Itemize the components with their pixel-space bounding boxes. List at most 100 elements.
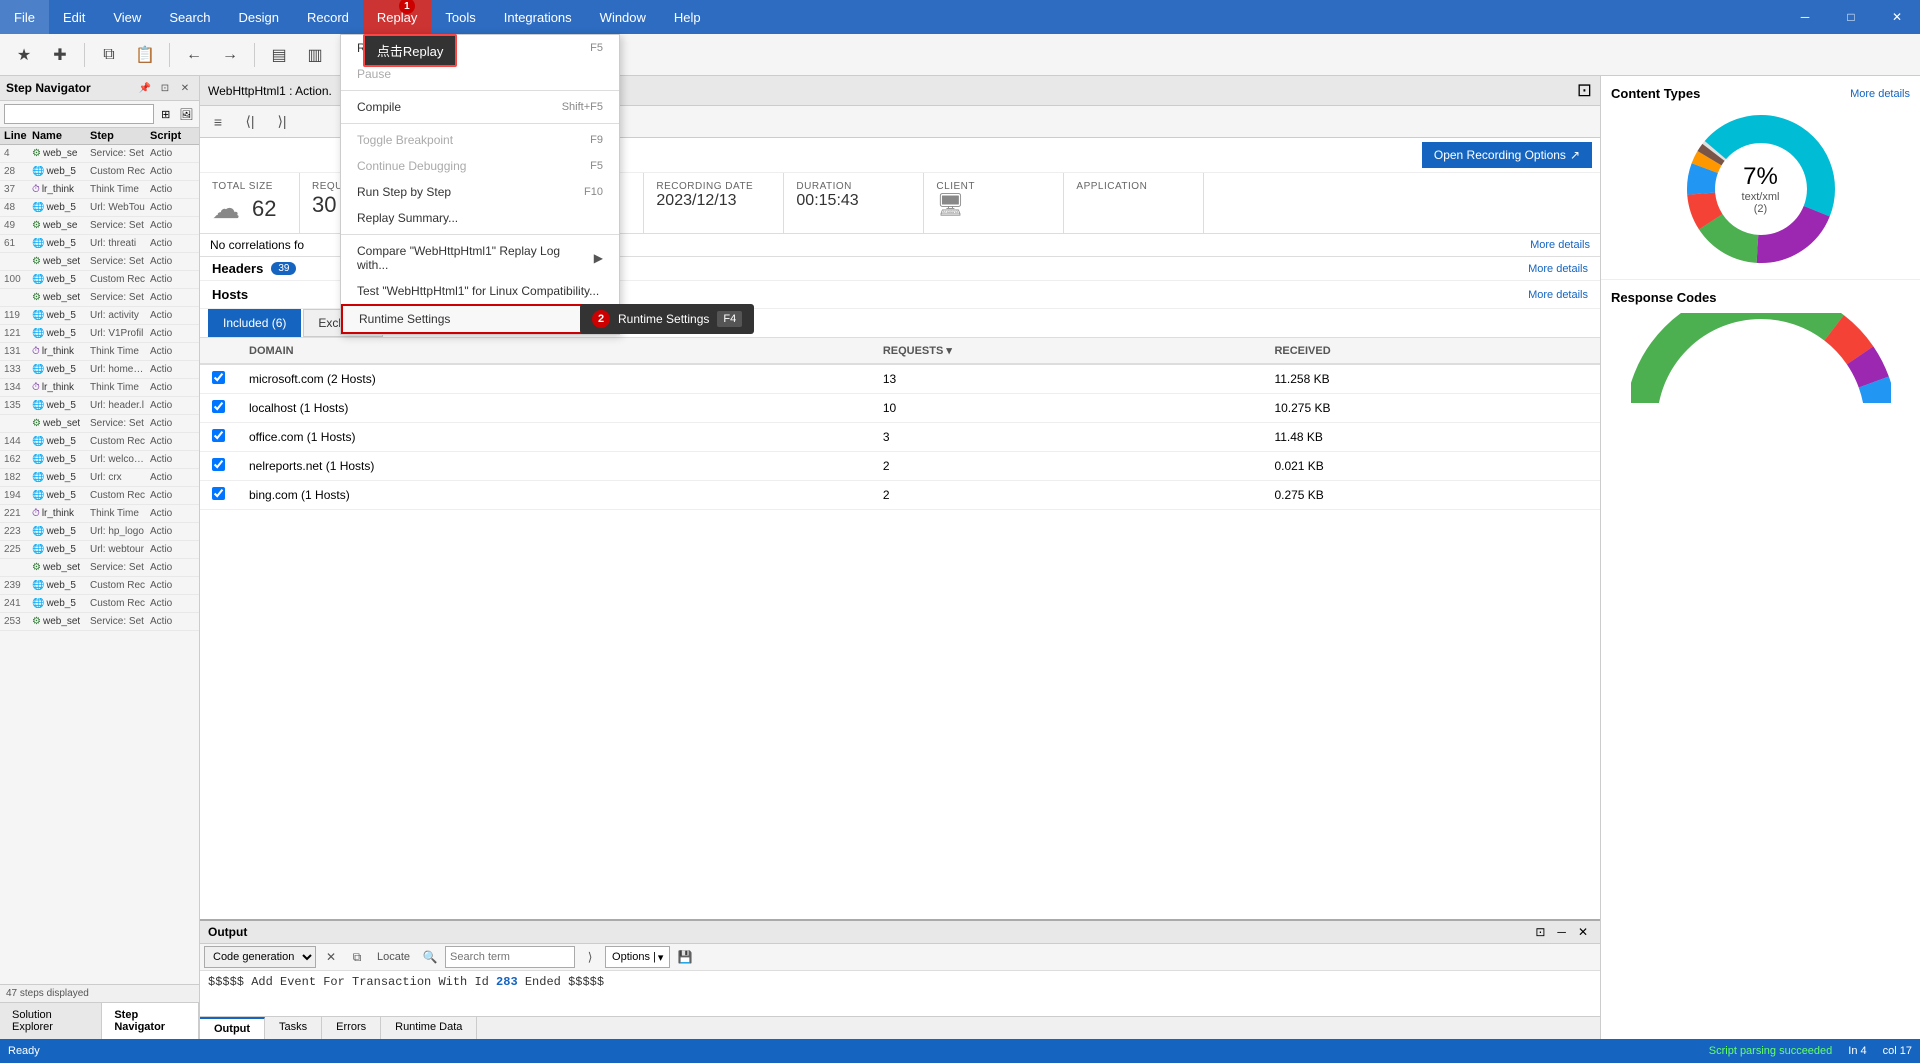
row-checkbox[interactable] xyxy=(212,429,225,442)
list-item[interactable]: ⚙ web_set Service: Set Actio xyxy=(0,289,199,307)
menu-item-run-step[interactable]: Run Step by Step F10 xyxy=(341,179,619,205)
row-checkbox[interactable] xyxy=(212,400,225,413)
table-row[interactable]: localhost (1 Hosts) 10 10.275 KB xyxy=(200,394,1600,423)
panel-undock[interactable]: ⊡ xyxy=(157,80,173,96)
list-item[interactable]: 49 ⚙ web_se Service: Set Actio xyxy=(0,217,199,235)
hosts-more-details[interactable]: More details xyxy=(1528,289,1588,301)
menu-record[interactable]: Record xyxy=(293,0,363,34)
menu-file[interactable]: File xyxy=(0,0,49,34)
navigator-image-icon[interactable]: 🖼 xyxy=(178,104,196,124)
script-nav1[interactable]: ⟨| xyxy=(236,110,264,134)
list-item[interactable]: 100 🌐 web_5 Custom Rec Actio xyxy=(0,271,199,289)
list-item[interactable]: 119 🌐 web_5 Url: activity Actio xyxy=(0,307,199,325)
toolbar-back[interactable]: ← xyxy=(178,39,210,71)
menu-design[interactable]: Design xyxy=(225,0,293,34)
menu-item-compare[interactable]: Compare "WebHttpHtml1" Replay Log with..… xyxy=(341,238,619,278)
output-undock[interactable]: ⊡ xyxy=(1531,923,1549,941)
content-types-header: Content Types More details xyxy=(1611,86,1910,101)
menu-item-test-linux[interactable]: Test "WebHttpHtml1" for Linux Compatibil… xyxy=(341,278,619,304)
list-item[interactable]: 48 🌐 web_5 Url: WebTou Actio xyxy=(0,199,199,217)
list-item[interactable]: 162 🌐 web_5 Url: welcome Actio xyxy=(0,451,199,469)
tab-solution-explorer[interactable]: Solution Explorer xyxy=(0,1003,102,1039)
toolbar-copy[interactable]: ⧉ xyxy=(93,39,125,71)
toolbar-add[interactable]: ✚ xyxy=(44,39,76,71)
list-item[interactable]: 121 🌐 web_5 Url: V1Profil Actio xyxy=(0,325,199,343)
toolbar-paste[interactable]: 📋 xyxy=(129,39,161,71)
output-locate[interactable]: Locate xyxy=(372,946,415,968)
output-search-icon[interactable]: 🔍 xyxy=(419,946,441,968)
menu-item-compile[interactable]: Compile Shift+F5 xyxy=(341,94,619,120)
list-item[interactable]: 37 ⏱ lr_think Think Time Actio xyxy=(0,181,199,199)
list-item[interactable]: 133 🌐 web_5 Url: homeC1 Actio xyxy=(0,361,199,379)
menu-view[interactable]: View xyxy=(99,0,155,34)
list-item[interactable]: ⚙ web_set Service: Set Actio xyxy=(0,253,199,271)
list-item[interactable]: ⚙ web_set Service: Set Actio xyxy=(0,415,199,433)
output-copy[interactable]: ⧉ xyxy=(346,946,368,968)
output-save[interactable]: 💾 xyxy=(674,946,696,968)
menu-item-runtime-settings[interactable]: Runtime Settings F4 xyxy=(341,304,619,334)
script-nav2[interactable]: ⟩| xyxy=(268,110,296,134)
list-item[interactable]: ⚙ web_set Service: Set Actio xyxy=(0,559,199,577)
toolbar-new[interactable]: ★ xyxy=(8,39,40,71)
row-checkbox[interactable] xyxy=(212,458,225,471)
script-align[interactable]: ≡ xyxy=(204,110,232,134)
list-item[interactable]: 221 ⏱ lr_think Think Time Actio xyxy=(0,505,199,523)
menu-window[interactable]: Window xyxy=(586,0,660,34)
menu-tools[interactable]: Tools xyxy=(431,0,489,34)
table-row[interactable]: microsoft.com (2 Hosts) 13 11.258 KB xyxy=(200,364,1600,394)
menu-replay[interactable]: Replay 1 点击Replay xyxy=(363,0,431,34)
panel-close[interactable]: ✕ xyxy=(177,80,193,96)
menu-integrations[interactable]: Integrations xyxy=(490,0,586,34)
resize-icon[interactable]: ⊡ xyxy=(1577,80,1592,101)
navigator-search-input[interactable] xyxy=(4,104,154,124)
maximize-button[interactable]: □ xyxy=(1828,0,1874,34)
list-item[interactable]: 144 🌐 web_5 Custom Rec Actio xyxy=(0,433,199,451)
table-row[interactable]: nelreports.net (1 Hosts) 2 0.021 KB xyxy=(200,452,1600,481)
close-button[interactable]: ✕ xyxy=(1874,0,1920,34)
output-type-dropdown[interactable]: Code generation xyxy=(204,946,316,968)
toolbar-forward[interactable]: → xyxy=(214,39,246,71)
table-row[interactable]: office.com (1 Hosts) 3 11.48 KB xyxy=(200,423,1600,452)
tab-step-navigator[interactable]: Step Navigator xyxy=(102,1003,199,1039)
output-filter-arrow[interactable]: ⟩ xyxy=(579,946,601,968)
list-item[interactable]: 182 🌐 web_5 Url: crx Actio xyxy=(0,469,199,487)
list-item[interactable]: 241 🌐 web_5 Custom Rec Actio xyxy=(0,595,199,613)
table-row[interactable]: bing.com (1 Hosts) 2 0.275 KB xyxy=(200,481,1600,510)
navigator-filter-icon[interactable]: ⊞ xyxy=(157,104,175,124)
output-tab-tasks[interactable]: Tasks xyxy=(265,1017,322,1039)
minimize-button[interactable]: ─ xyxy=(1782,0,1828,34)
toolbar-script-new[interactable]: ▥ xyxy=(299,39,331,71)
correlations-more-details[interactable]: More details xyxy=(1530,239,1590,251)
output-options-button[interactable]: Options | ▾ xyxy=(605,946,670,968)
list-item[interactable]: 223 🌐 web_5 Url: hp_logo Actio xyxy=(0,523,199,541)
list-item[interactable]: 225 🌐 web_5 Url: webtour Actio xyxy=(0,541,199,559)
menu-item-replay-summary[interactable]: Replay Summary... xyxy=(341,205,619,231)
list-item[interactable]: 134 ⏱ lr_think Think Time Actio xyxy=(0,379,199,397)
panel-pin[interactable]: 📌 xyxy=(137,80,153,96)
list-item[interactable]: 4 ⚙ web_se Service: Set Actio xyxy=(0,145,199,163)
list-item[interactable]: 194 🌐 web_5 Custom Rec Actio xyxy=(0,487,199,505)
menu-search[interactable]: Search xyxy=(155,0,224,34)
list-item[interactable]: 28 🌐 web_5 Custom Rec Actio xyxy=(0,163,199,181)
menu-edit[interactable]: Edit xyxy=(49,0,99,34)
output-tab-runtime-data[interactable]: Runtime Data xyxy=(381,1017,477,1039)
headers-more-details[interactable]: More details xyxy=(1528,263,1588,275)
output-search-input[interactable] xyxy=(445,946,575,968)
menu-help[interactable]: Help xyxy=(660,0,715,34)
list-item[interactable]: 61 🌐 web_5 Url: threati Actio xyxy=(0,235,199,253)
output-tab-output[interactable]: Output xyxy=(200,1017,265,1039)
output-close[interactable]: ✕ xyxy=(1574,923,1592,941)
open-recording-options-button[interactable]: Open Recording Options ↗ xyxy=(1422,142,1592,168)
output-minimize[interactable]: ─ xyxy=(1553,923,1570,941)
row-checkbox[interactable] xyxy=(212,487,225,500)
list-item[interactable]: 131 ⏱ lr_think Think Time Actio xyxy=(0,343,199,361)
list-item[interactable]: 253 ⚙ web_set Service: Set Actio xyxy=(0,613,199,631)
row-checkbox[interactable] xyxy=(212,371,225,384)
content-types-more-details[interactable]: More details xyxy=(1850,88,1910,100)
output-clear[interactable]: ✕ xyxy=(320,946,342,968)
tab-included[interactable]: Included (6) xyxy=(208,309,301,337)
output-tab-errors[interactable]: Errors xyxy=(322,1017,381,1039)
list-item[interactable]: 239 🌐 web_5 Custom Rec Actio xyxy=(0,577,199,595)
list-item[interactable]: 135 🌐 web_5 Url: header.l Actio xyxy=(0,397,199,415)
toolbar-script-copy[interactable]: ▤ xyxy=(263,39,295,71)
